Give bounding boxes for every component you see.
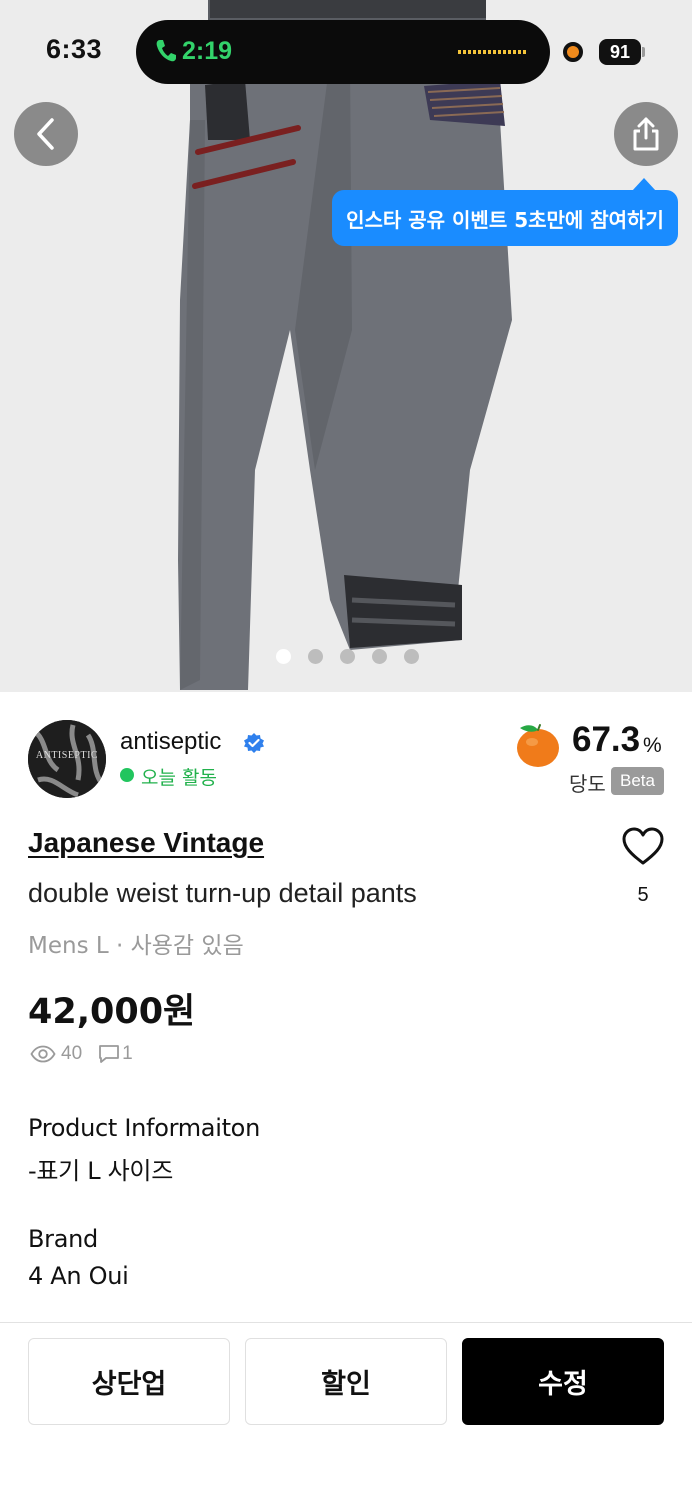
pager-dot[interactable] xyxy=(404,649,419,664)
battery-tip xyxy=(642,47,645,57)
comment-icon xyxy=(99,1045,120,1063)
product-meta: Mens L · 사용감 있음 xyxy=(28,933,244,959)
description-line: 4 An Oui xyxy=(28,1262,129,1290)
share-event-tooltip[interactable]: 인스타 공유 이벤트 5초만에 참여하기 xyxy=(332,190,678,246)
pager-dot[interactable] xyxy=(276,649,291,664)
product-image-gallery[interactable]: 6:33 2:19 91 인스타 공유 이벤트 5초만에 참여하기 xyxy=(0,0,692,692)
avatar-logo-text: ANTISEPTIC xyxy=(35,750,99,761)
sweetness-unit: % xyxy=(643,734,662,757)
sweetness-score: 67.3 xyxy=(572,720,641,759)
like-count: 5 xyxy=(637,884,649,906)
share-button[interactable] xyxy=(614,102,678,166)
pager-dot[interactable] xyxy=(372,649,387,664)
bump-button[interactable]: 상단업 xyxy=(28,1338,230,1425)
dynamic-island[interactable]: 2:19 xyxy=(136,20,550,84)
share-icon xyxy=(633,117,659,151)
edit-button[interactable]: 수정 xyxy=(462,1338,664,1425)
product-title: double weist turn-up detail pants xyxy=(28,878,417,908)
online-status-dot xyxy=(120,768,134,782)
bottom-bar-divider xyxy=(0,1322,692,1323)
verified-badge-icon xyxy=(244,733,264,753)
recording-indicator xyxy=(563,42,583,62)
back-button[interactable] xyxy=(14,102,78,166)
beta-badge: Beta xyxy=(611,767,664,795)
view-count: 40 xyxy=(61,1043,83,1064)
comment-count: 1 xyxy=(122,1043,133,1064)
discount-button[interactable]: 할인 xyxy=(245,1338,447,1425)
seller-activity: 오늘 활동 xyxy=(141,767,217,789)
product-brand-link[interactable]: Japanese Vintage xyxy=(28,827,264,859)
pager-dot[interactable] xyxy=(308,649,323,664)
battery-indicator: 91 xyxy=(599,39,641,65)
description-line: Brand xyxy=(28,1225,98,1253)
sweetness-label: 당도 xyxy=(569,772,606,796)
seller-avatar[interactable]: ANTISEPTIC xyxy=(28,720,106,798)
pager-dot[interactable] xyxy=(340,649,355,664)
product-price: 42,000원 xyxy=(28,992,196,1032)
call-duration: 2:19 xyxy=(182,37,233,65)
status-time: 6:33 xyxy=(46,34,103,64)
tangerine-icon xyxy=(517,724,559,767)
product-photo xyxy=(178,0,512,690)
seller-name[interactable]: antiseptic xyxy=(120,728,221,756)
audio-waveform xyxy=(458,50,528,54)
chevron-left-icon xyxy=(37,118,54,150)
like-heart-icon[interactable] xyxy=(621,826,665,866)
eye-icon xyxy=(30,1045,56,1063)
phone-call-icon xyxy=(156,40,176,62)
image-pager[interactable] xyxy=(276,649,419,664)
description-line: Product Informaiton xyxy=(28,1114,260,1142)
product-stats: 40 1 xyxy=(30,1043,133,1065)
description-line: -표기 L 사이즈 xyxy=(28,1157,173,1185)
